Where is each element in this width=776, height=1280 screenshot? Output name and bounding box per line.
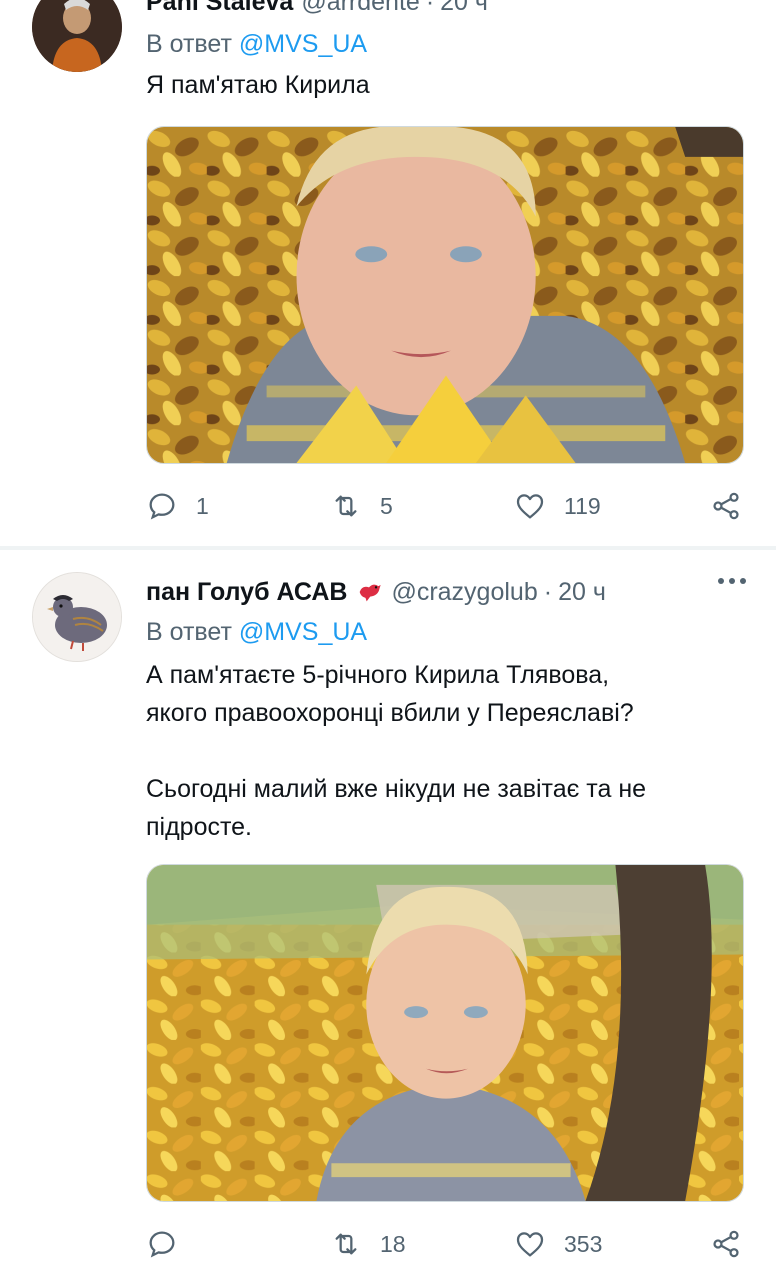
photo-boy-in-autumn-leaves: [147, 127, 743, 463]
tweet[interactable]: Pani Staleva @arrdente · 20 ч В ответ @M…: [0, 0, 776, 548]
retweet-count: 18: [380, 1230, 406, 1257]
tweet-actions: 18 353: [146, 1224, 746, 1264]
tweet-header: Pani Staleva @arrdente · 20 ч: [146, 0, 746, 22]
display-name[interactable]: пан Голуб АСАВ: [146, 578, 347, 607]
share-icon: [713, 1230, 739, 1258]
like-count: 119: [564, 492, 601, 519]
reply-mention-link[interactable]: @MVS_UA: [239, 30, 367, 58]
tweet-text-line: якого правоохоронці вбили у Переяславі?: [146, 699, 634, 727]
retweet-icon: [335, 1233, 357, 1255]
tweet-text-line: А пам'ятаєте 5-річного Кирила Тлявова,: [146, 661, 610, 689]
user-handle[interactable]: @arrdente: [301, 0, 420, 17]
tweet-text: А пам'ятаєте 5-річного Кирила Тлявова, я…: [146, 656, 746, 846]
reply-prefix: В ответ: [146, 30, 232, 58]
tweet-text-line: підросте.: [146, 813, 253, 841]
separator-dot: ·: [425, 0, 435, 16]
heart-icon: [516, 494, 544, 519]
share-button[interactable]: [710, 486, 742, 526]
reply-icon: [149, 493, 175, 520]
tweet-text-line: Сьогодні малий вже нікуди не завітає та …: [146, 775, 647, 803]
tweet-photo[interactable]: [146, 126, 744, 464]
bird-emoji-icon: [355, 578, 383, 606]
photo-boy-in-park: [147, 865, 743, 1201]
retweet-button[interactable]: 18: [330, 1224, 406, 1264]
reply-button[interactable]: 1: [146, 486, 209, 526]
avatar[interactable]: [32, 0, 122, 72]
user-handle[interactable]: @crazygolub: [391, 578, 537, 607]
reply-context: В ответ @MVS_UA: [146, 30, 367, 59]
like-button[interactable]: 353: [514, 1224, 602, 1264]
reply-mention-link[interactable]: @MVS_UA: [239, 618, 367, 646]
share-icon: [713, 492, 739, 520]
retweet-count: 5: [380, 492, 393, 519]
display-name[interactable]: Pani Staleva: [146, 0, 293, 17]
tweet-actions: 1 5 119: [146, 486, 746, 526]
share-button[interactable]: [710, 1224, 742, 1264]
avatar-image: [33, 573, 121, 661]
separator-dot: ·: [543, 577, 553, 606]
timestamp[interactable]: 20 ч: [440, 0, 488, 17]
like-count: 353: [564, 1230, 603, 1257]
tweet-text-line: Я пам'ятаю Кирила: [146, 71, 370, 99]
reply-context: В ответ @MVS_UA: [146, 618, 367, 647]
tweet-header: пан Голуб АСАВ @crazygolub · 20 ч: [146, 572, 746, 612]
reply-count: 1: [196, 492, 209, 519]
tweet-text: Я пам'ятаю Кирила: [146, 66, 746, 104]
retweet-button[interactable]: 5: [330, 486, 393, 526]
tweet-photo[interactable]: [146, 864, 744, 1202]
retweet-icon: [335, 495, 357, 517]
avatar[interactable]: [32, 572, 122, 662]
reply-icon: [149, 1231, 175, 1258]
reply-button[interactable]: [146, 1224, 196, 1264]
like-button[interactable]: 119: [514, 486, 601, 526]
heart-icon: [516, 1232, 544, 1257]
timestamp[interactable]: 20 ч: [558, 578, 606, 607]
reply-prefix: В ответ: [146, 618, 232, 646]
more-icon[interactable]: [718, 578, 746, 584]
avatar-image: [32, 0, 122, 72]
tweet[interactable]: пан Голуб АСАВ @crazygolub · 20 ч В отве…: [0, 550, 776, 1280]
